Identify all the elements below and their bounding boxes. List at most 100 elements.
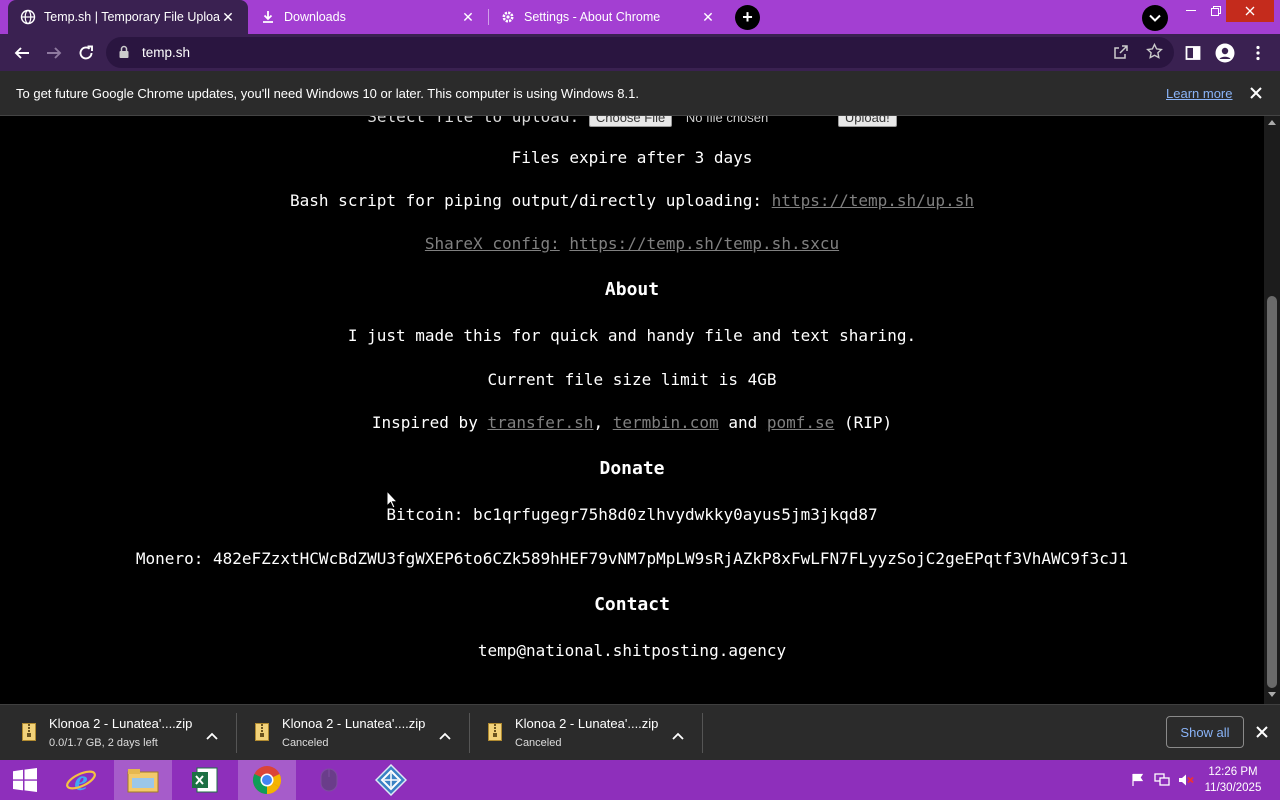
globe-icon (20, 9, 36, 25)
scroll-down-arrow-icon[interactable] (1268, 692, 1276, 697)
pomf-link[interactable]: pomf.se (767, 413, 834, 432)
tab-title: Downloads (284, 10, 346, 24)
download-icon (260, 9, 276, 25)
inspired-comma: , (593, 413, 604, 432)
sharex-config-link[interactable]: https://temp.sh/temp.sh.sxcu (569, 234, 839, 253)
volume-muted-icon[interactable] (1178, 772, 1194, 788)
minimize-button[interactable] (1178, 0, 1204, 22)
forward-button[interactable] (42, 41, 66, 65)
browser-toolbar: temp.sh (0, 34, 1280, 71)
restore-button[interactable] (1204, 0, 1228, 22)
file-explorer-icon[interactable] (114, 760, 172, 800)
zip-file-icon (488, 723, 502, 746)
choose-file-button[interactable]: Choose File (588, 116, 673, 127)
size-limit-text: Current file size limit is 4GB (487, 370, 777, 389)
download-status: Canceled (515, 737, 562, 749)
close-icon (1245, 6, 1255, 16)
more-vertical-icon (1256, 45, 1260, 61)
chevron-down-icon (1149, 14, 1161, 22)
upload-row: Select file to upload: Choose File No fi… (0, 116, 1264, 127)
download-item[interactable]: Klonoa 2 - Lunatea'....zip Canceled (233, 705, 466, 761)
download-item[interactable]: Klonoa 2 - Lunatea'....zip Canceled (466, 705, 699, 761)
tab-title: Temp.sh | Temporary File Upload (44, 10, 220, 24)
infobar-close-button[interactable] (1248, 85, 1264, 101)
side-panel-icon (1185, 46, 1201, 60)
inspired-prefix: Inspired by (371, 413, 478, 432)
close-icon[interactable]: ✕ (460, 9, 476, 25)
transfer-sh-link[interactable]: transfer.sh (487, 413, 593, 432)
sharex-label-link[interactable]: ShareX config: (425, 234, 560, 253)
download-item[interactable]: Klonoa 2 - Lunatea'....zip 0.0/1.7 GB, 2… (0, 705, 233, 761)
inspired-row: Inspired by transfer.sh, termbin.com and… (0, 413, 1264, 432)
bitcoin-address: Bitcoin: bc1qrfugegr75h8d0zlhvydwkky0ayu… (386, 505, 878, 524)
back-button[interactable] (10, 41, 34, 65)
gear-icon (500, 9, 516, 25)
download-divider (702, 713, 703, 753)
reload-icon (79, 45, 93, 60)
chrome-icon[interactable] (238, 760, 296, 800)
bash-script-link[interactable]: https://temp.sh/up.sh (772, 191, 974, 210)
inspired-suffix: (RIP) (843, 413, 893, 432)
tab-downloads[interactable]: Downloads ✕ (248, 0, 488, 34)
network-icon[interactable] (1154, 772, 1170, 788)
scroll-up-arrow-icon[interactable] (1268, 120, 1276, 125)
windows-start-icon[interactable] (0, 760, 50, 800)
upload-button[interactable]: Upload! (837, 116, 897, 127)
shelf-close-button[interactable] (1255, 725, 1269, 739)
contact-heading: Contact (594, 594, 670, 615)
system-clock[interactable]: 12:26 PM 11/30/2025 (1198, 764, 1268, 796)
chevron-up-icon[interactable] (439, 727, 451, 745)
share-icon[interactable] (1113, 44, 1129, 65)
close-icon (1256, 726, 1268, 738)
profile-button[interactable] (1213, 41, 1237, 65)
window-close-button[interactable] (1226, 0, 1274, 22)
avatar-icon (1215, 43, 1235, 63)
bash-label: Bash script for piping output/directly u… (290, 191, 763, 210)
clock-date: 11/30/2025 (1204, 782, 1262, 794)
about-text: I just made this for quick and handy fil… (347, 326, 917, 345)
downloads-shelf: Klonoa 2 - Lunatea'....zip 0.0/1.7 GB, 2… (0, 704, 1280, 760)
excel-icon[interactable] (176, 760, 234, 800)
arrow-left-icon (14, 47, 29, 59)
termbin-link[interactable]: termbin.com (613, 413, 719, 432)
restore-icon (1211, 6, 1221, 16)
tab-temp-sh[interactable]: Temp.sh | Temporary File Upload ✕ (8, 0, 248, 34)
new-tab-button[interactable]: + (735, 5, 760, 30)
tab-search-button[interactable] (1142, 5, 1168, 31)
reload-button[interactable] (74, 41, 98, 65)
url-text: temp.sh (142, 45, 191, 60)
update-infobar: To get future Google Chrome updates, you… (0, 71, 1280, 116)
clock-time: 12:26 PM (1208, 766, 1258, 778)
learn-more-link[interactable]: Learn more (1166, 86, 1232, 101)
close-icon (1250, 87, 1262, 99)
tab-strip: Temp.sh | Temporary File Upload ✕ Downlo… (0, 0, 1280, 34)
upload-label: Select file to upload: (367, 116, 580, 126)
page-scrollbar[interactable] (1264, 116, 1280, 704)
zip-file-icon (255, 723, 269, 746)
close-icon[interactable]: ✕ (700, 9, 716, 25)
arrow-right-icon (47, 47, 62, 59)
lock-icon[interactable] (118, 45, 130, 64)
download-filename: Klonoa 2 - Lunatea'....zip (49, 716, 193, 731)
chevron-up-icon[interactable] (206, 727, 218, 745)
contact-email: temp@national.shitposting.agency (477, 641, 787, 660)
tab-settings[interactable]: Settings - About Chrome ✕ (488, 0, 728, 34)
internet-explorer-icon[interactable]: e (52, 760, 110, 800)
inspired-and: and (728, 413, 758, 432)
bookmark-star-icon[interactable] (1146, 42, 1163, 65)
close-icon[interactable]: ✕ (220, 9, 236, 25)
mouse-icon[interactable] (300, 760, 358, 800)
zip-file-icon (22, 723, 36, 746)
app-icon[interactable] (362, 760, 420, 800)
show-all-button[interactable]: Show all (1166, 716, 1244, 748)
scrollbar-thumb[interactable] (1267, 296, 1277, 688)
mouse-cursor-icon (386, 489, 399, 514)
menu-button[interactable] (1246, 41, 1270, 65)
donate-heading: Donate (599, 458, 665, 479)
chevron-up-icon[interactable] (672, 727, 684, 745)
flag-icon[interactable] (1130, 772, 1146, 788)
side-panel-button[interactable] (1181, 41, 1205, 65)
sharex-row: ShareX config: https://temp.sh/temp.sh.s… (0, 234, 1264, 253)
address-bar[interactable]: temp.sh (106, 37, 1174, 68)
page-content: Select file to upload: Choose File No fi… (0, 116, 1264, 704)
